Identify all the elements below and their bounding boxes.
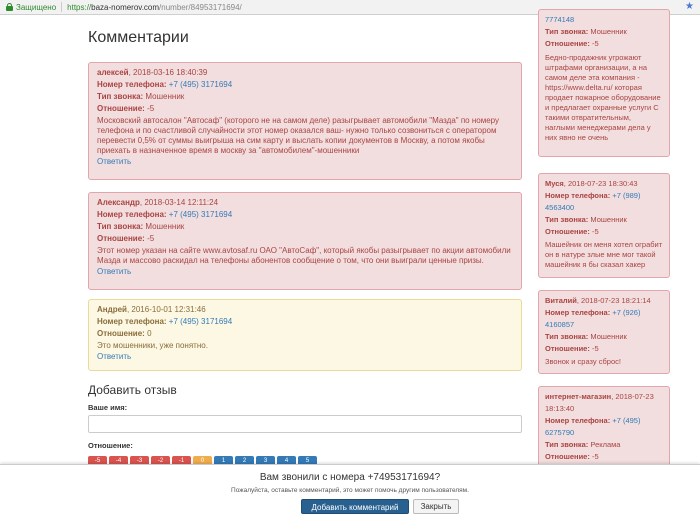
sidebar-comment-text: Звонок и сразу сброс! [545,357,621,366]
attitude-label: Отношение: [97,329,145,338]
sidebar-attitude: -5 [591,452,599,461]
phone-label: Номер телефона: [97,210,167,219]
name-input[interactable] [88,415,522,433]
reply-link[interactable]: Ответить [97,156,513,168]
comment-phone-link[interactable]: +7 (495) 3171694 [169,210,232,219]
sidebar-author: Муся [545,179,564,188]
comment-date: 2016-10-01 12:31:46 [131,305,206,314]
sidebar-comment-card: 7774148 Тип звонка: Мошенник Отношение: … [538,9,670,157]
attitude-label: Отношение: [545,344,590,353]
sidebar-date: 2018-07-23 18:30:43 [567,179,638,188]
popup-subtitle: Пожалуйста, оставьте комментарий, это мо… [231,487,469,494]
call-type-label: Тип звонка: [97,92,144,101]
comment-text: Этот номер указан на сайте www.avtosaf.r… [97,246,511,265]
sidebar-phone-link[interactable]: +7 (926) [612,308,640,317]
call-type-label: Тип звонка: [545,440,589,449]
sidebar-attitude: -5 [591,344,599,353]
sidebar-call-type: Мошенник [590,332,627,341]
sidebar-phone-link[interactable]: +7 (495) [612,416,640,425]
sidebar-phone-link-cont[interactable]: 4563400 [545,202,663,214]
attitude-label: Отношение: [545,227,590,236]
comment-card: Андрей, 2016-10-01 12:31:46 Номер телефо… [88,299,522,371]
comment-author: Андрей [97,305,127,314]
comment-phone-link[interactable]: +7 (495) 3171694 [169,80,232,89]
page-title: Комментарии [88,29,189,46]
add-comment-button[interactable]: Добавить комментарий [301,499,409,514]
secure-label: Защищено [16,2,57,12]
popup-title: Вам звонили с номера +74953171694? [259,472,441,483]
phone-label: Номер телефона: [545,416,611,425]
call-type-label: Тип звонка: [97,222,144,231]
reply-link[interactable]: Ответить [97,266,513,278]
sidebar-date: 2018-07-23 18:21:14 [581,296,651,305]
sidebar-date-cont: 18:13:40 [545,404,575,413]
comment-attitude: -5 [147,234,155,243]
call-type-label: Тип звонка: [545,332,589,341]
sidebar-attitude: -5 [591,39,599,48]
name-label: Ваше имя: [88,403,128,412]
phone-label: Номер телефона: [545,191,611,200]
comment-call-type: Мошенник [145,92,185,101]
attitude-label: Отношение: [545,39,590,48]
sidebar-comment-card: Муся, 2018-07-23 18:30:43 Номер телефона… [538,173,670,278]
comment-date: 2018-03-14 12:11:24 [144,198,219,207]
attitude-label: Отношение: [97,104,145,113]
sidebar-attitude: -5 [591,227,599,236]
sidebar-date: 2018-07-23 [615,392,654,401]
sidebar-phone-link[interactable]: +7 (989) [612,191,640,200]
phone-label: Номер телефона: [97,80,167,89]
attitude-form-label: Отношение: [88,441,133,450]
address-separator [61,2,63,12]
comment-phone-link[interactable]: +7 (495) 3171694 [169,317,232,326]
phone-label: Номер телефона: [97,317,167,326]
sidebar-author: Виталий [545,296,577,305]
lock-icon [6,3,13,11]
bookmark-star-icon[interactable]: ★ [685,1,694,12]
call-type-label: Тип звонка: [545,27,589,36]
sidebar-comment-card: интернет-магазин, 2018-07-23 18:13:40 Но… [538,386,670,466]
comment-card: алексей, 2018-03-16 18:40:39 Номер телеф… [88,62,522,180]
attitude-label: Отношение: [545,452,590,461]
url-text[interactable]: https://baza-nomerov.com/number/84953171… [67,3,242,12]
comment-call-type: Мошенник [145,222,185,231]
comment-author: Александр [97,198,140,207]
sidebar-phone-link-cont[interactable]: 6275790 [545,427,663,439]
comment-text: Это мошенники, уже понятно. [97,341,208,350]
sidebar-call-type: Мошенник [590,27,627,36]
add-review-title: Добавить отзыв [88,383,177,397]
close-button[interactable]: Закрыть [413,499,459,514]
comment-date: 2018-03-16 18:40:39 [133,68,208,77]
comment-attitude: -5 [147,104,155,113]
sidebar-comment-text: Бедно-продажник угрожают штрафами органи… [545,53,661,142]
sidebar-phone-link[interactable]: 7774148 [545,14,663,26]
comment-attitude: 0 [147,329,152,338]
call-type-label: Тип звонка: [545,215,589,224]
attitude-label: Отношение: [97,234,145,243]
reply-link[interactable]: Ответить [97,351,513,363]
phone-label: Номер телефона: [545,308,611,317]
comment-card: Александр, 2018-03-14 12:11:24 Номер тел… [88,192,522,290]
sidebar-phone-link-cont[interactable]: 4160857 [545,319,663,331]
comment-author: алексей [97,68,129,77]
comment-prompt-popup: Вам звонили с номера +74953171694? Пожал… [0,464,700,520]
sidebar-call-type: Реклама [590,440,621,449]
sidebar-call-type: Мошенник [590,215,627,224]
comment-text: Московский автосалон "Автосаф" (которого… [97,116,500,155]
sidebar-author: интернет-магазин [545,392,612,401]
sidebar-comment-text: Машейник он меня хотел ограбит он в нату… [545,240,663,269]
sidebar-comment-card: Виталий, 2018-07-23 18:21:14 Номер телеф… [538,290,670,374]
